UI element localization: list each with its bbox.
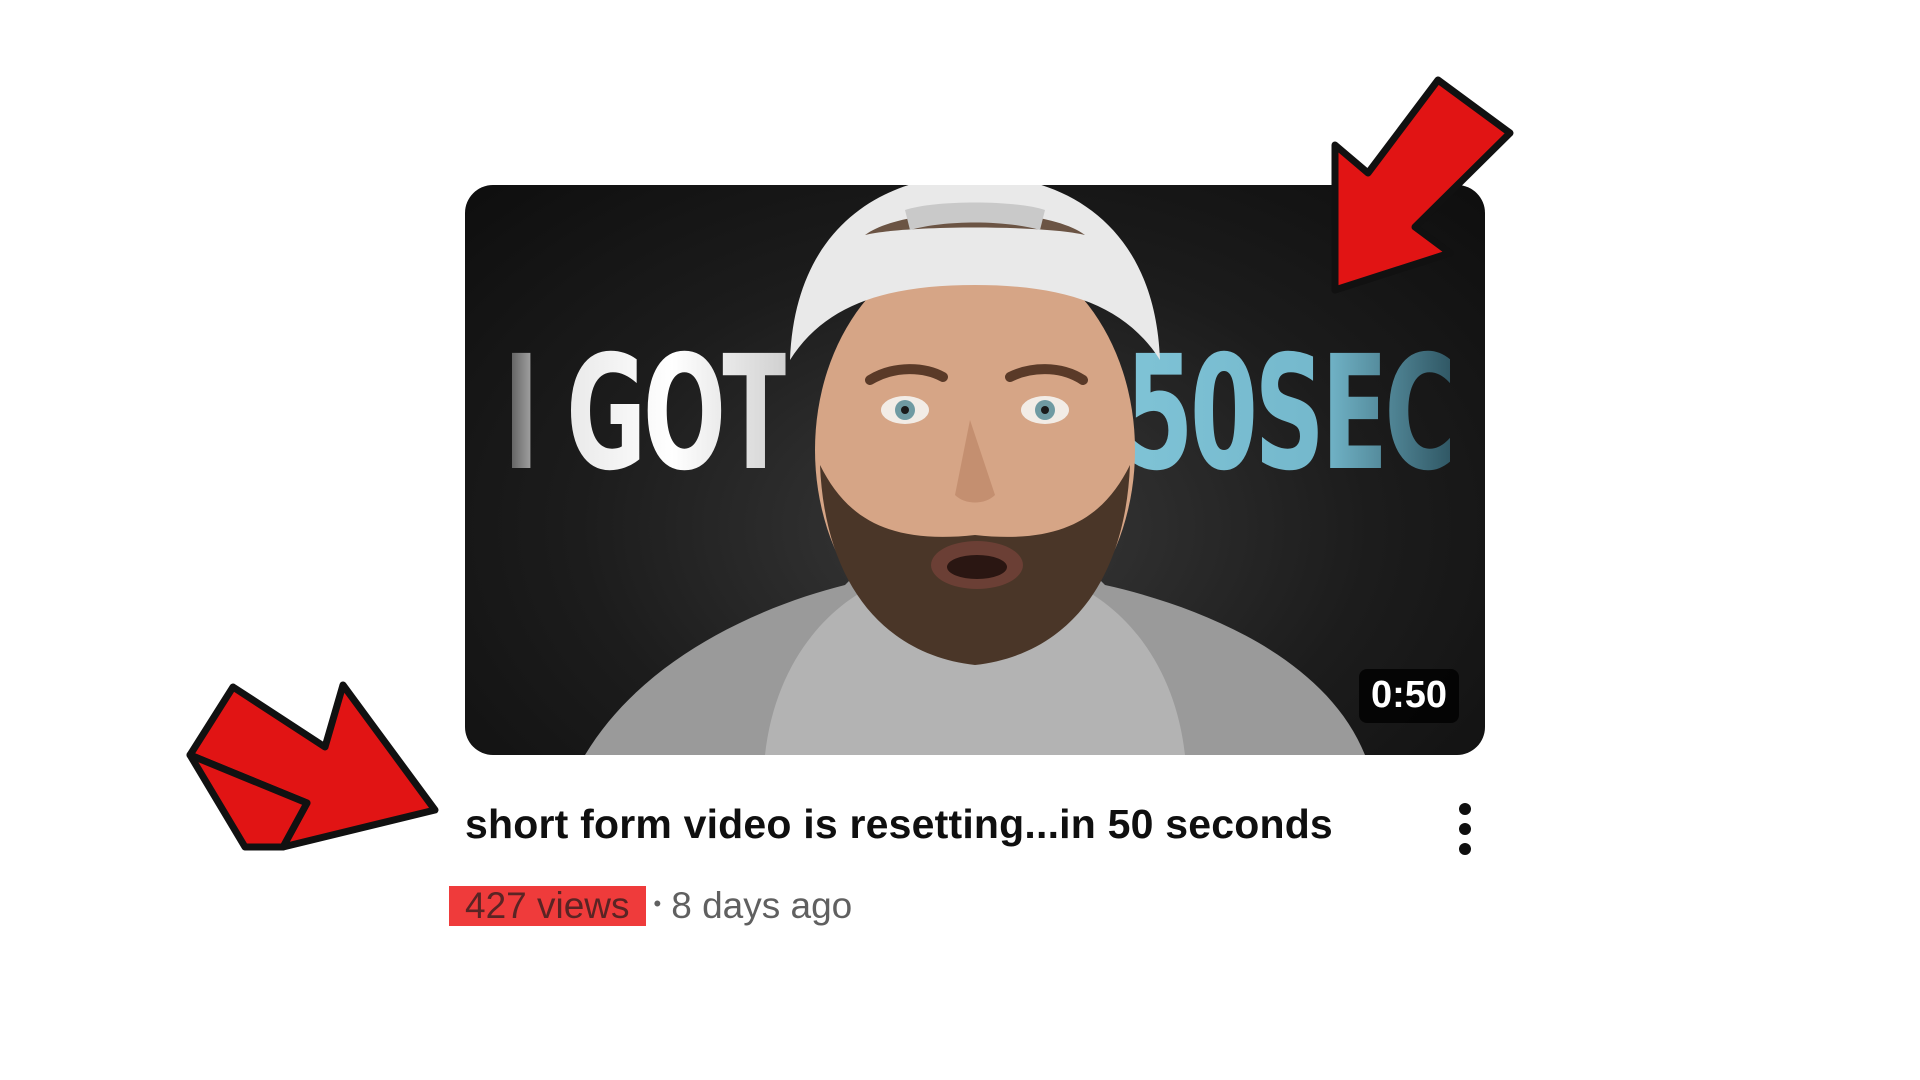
duration-badge: 0:50 — [1358, 669, 1459, 723]
menu-dot — [1459, 823, 1471, 835]
video-metadata: 427 views • 8 days ago — [449, 885, 852, 927]
more-vert-icon[interactable] — [1450, 799, 1480, 859]
meta-separator: • — [653, 891, 662, 916]
menu-dot — [1459, 843, 1471, 855]
view-count: 427 views — [449, 886, 646, 926]
menu-dot — [1459, 803, 1471, 815]
video-info: short form video is resetting...in 50 se… — [449, 799, 1485, 941]
red-arrow-icon — [186, 681, 439, 851]
red-arrow-icon — [1331, 76, 1514, 294]
upload-age: 8 days ago — [671, 885, 853, 926]
video-title[interactable]: short form video is resetting...in 50 se… — [465, 801, 1333, 848]
page: I GOT 50SEC 0:50 short form video is res… — [0, 0, 1920, 1080]
